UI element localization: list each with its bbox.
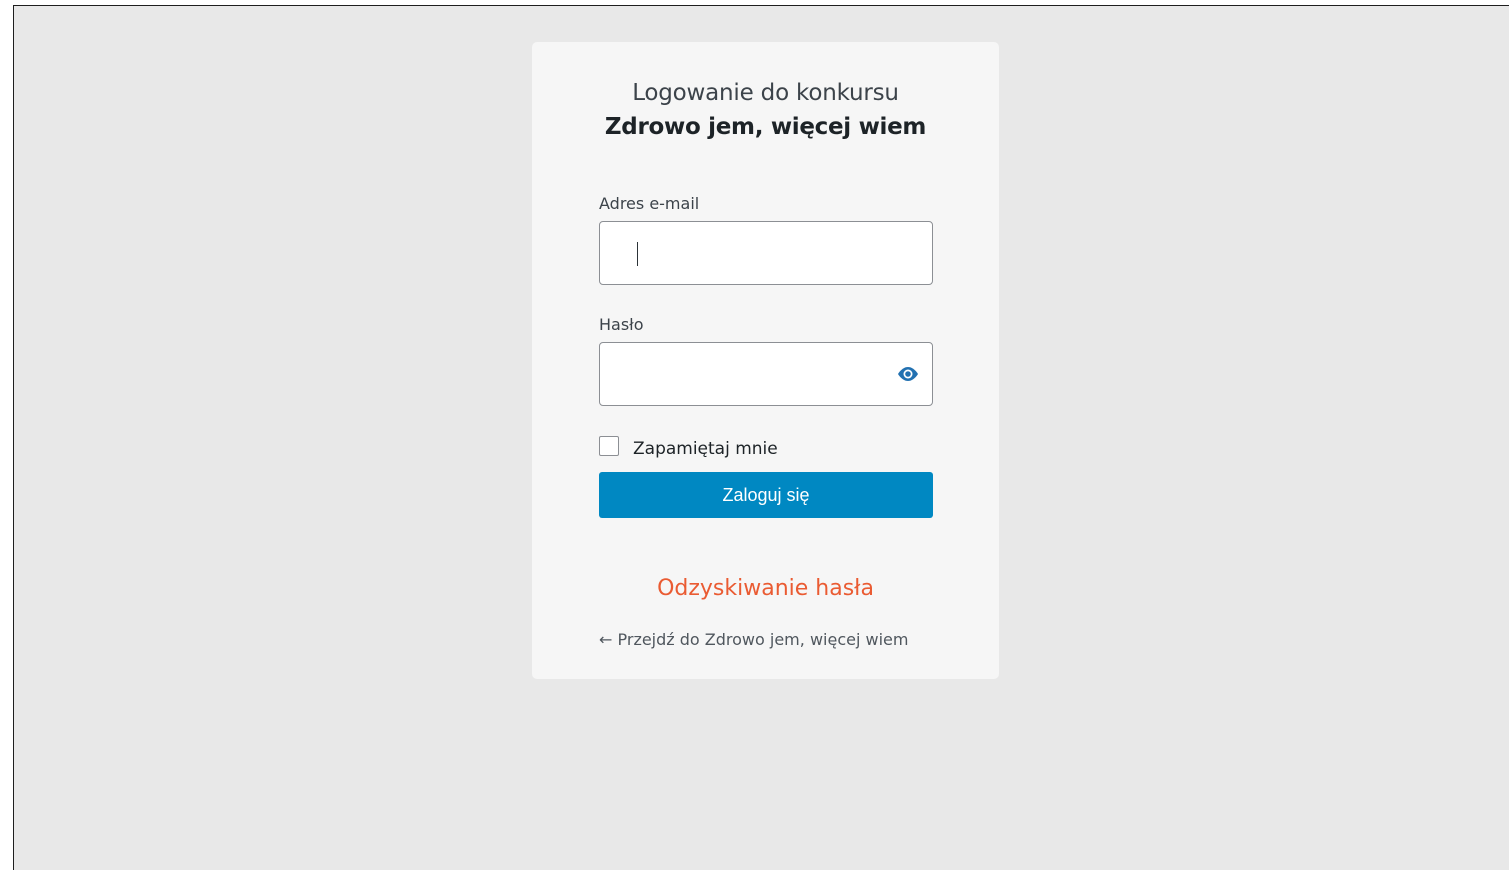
login-card: Logowanie do konkursu Zdrowo jem, więcej…	[532, 42, 999, 679]
back-to-site-link[interactable]: ← Przejdź do Zdrowo jem, więcej wiem	[599, 630, 908, 649]
remember-me-checkbox[interactable]	[599, 436, 619, 456]
email-field[interactable]	[599, 221, 933, 285]
contest-name: Zdrowo jem, więcej wiem	[604, 114, 927, 140]
login-button[interactable]: Zaloguj się	[599, 472, 933, 518]
email-label: Adres e-mail	[599, 194, 700, 213]
password-field[interactable]	[599, 342, 933, 406]
text-caret	[637, 242, 638, 266]
show-password-button[interactable]	[894, 360, 922, 388]
page-background: Logowanie do konkursu Zdrowo jem, więcej…	[13, 5, 1509, 870]
login-title: Logowanie do konkursu	[632, 80, 899, 106]
password-recovery-link[interactable]: Odzyskiwanie hasła	[532, 576, 999, 601]
eye-icon	[898, 367, 918, 381]
remember-me-label[interactable]: Zapamiętaj mnie	[633, 439, 778, 459]
password-label: Hasło	[599, 315, 644, 334]
